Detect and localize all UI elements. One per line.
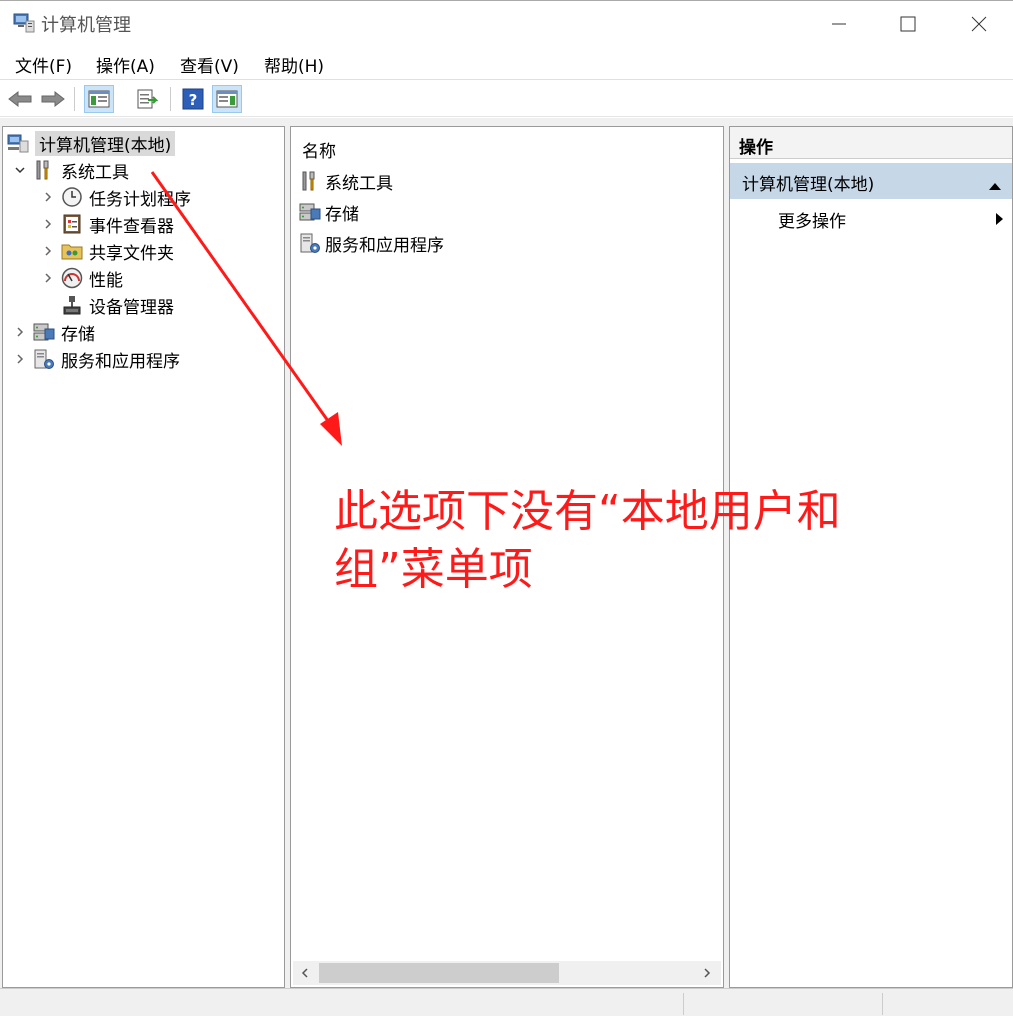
services-icon: [33, 348, 55, 370]
menu-file[interactable]: 文件(F): [15, 52, 72, 77]
scroll-right-icon[interactable]: [699, 965, 715, 981]
clock-icon: [61, 186, 83, 208]
tree-item-label: 共享文件夹: [89, 243, 174, 264]
tools-icon: [299, 170, 321, 192]
list-item[interactable]: 系统工具: [299, 167, 393, 195]
export-list-icon: [137, 89, 158, 109]
forward-icon: [41, 90, 65, 108]
show-hide-action-pane-icon: [216, 90, 238, 108]
tree-item-label: 系统工具: [61, 162, 129, 183]
computer-management-icon: [12, 11, 36, 35]
chevron-right-icon[interactable]: [41, 271, 55, 285]
toolbar-separator: [170, 87, 171, 111]
chevron-right-icon[interactable]: [13, 325, 27, 339]
tree-item-storage[interactable]: 存储: [13, 319, 95, 345]
tree-item-services-and-applications[interactable]: 服务和应用程序: [13, 346, 180, 372]
list-item-label: 存储: [325, 204, 359, 225]
toolbar-separator: [74, 87, 75, 111]
show-hide-console-tree-icon: [88, 90, 110, 108]
performance-icon: [61, 267, 83, 289]
scroll-left-icon[interactable]: [297, 965, 313, 981]
device-manager-icon: [61, 294, 83, 316]
collapse-up-icon[interactable]: [988, 176, 1002, 196]
horizontal-scrollbar[interactable]: [293, 961, 721, 985]
list-item[interactable]: 存储: [299, 198, 359, 226]
list-item-label: 服务和应用程序: [325, 235, 444, 256]
window-title: 计算机管理: [41, 15, 131, 36]
menu-action[interactable]: 操作(A): [96, 52, 155, 77]
tree-item-task-scheduler[interactable]: 任务计划程序: [41, 184, 191, 210]
maximize-button[interactable]: [872, 1, 944, 47]
tree-item-label: 设备管理器: [89, 297, 174, 318]
chevron-right-icon[interactable]: [41, 190, 55, 204]
tree-item-device-manager[interactable]: 设备管理器: [61, 292, 174, 318]
tree-item-event-viewer[interactable]: 事件查看器: [41, 211, 174, 237]
actions-section-label: 计算机管理(本地): [742, 175, 875, 195]
help-icon: ?: [182, 88, 204, 110]
annotation-text: 此选项下没有“本地用户和 组”菜单项: [334, 483, 934, 599]
close-icon: [971, 16, 987, 32]
scrollbar-thumb[interactable]: [319, 963, 559, 983]
back-button[interactable]: [5, 85, 35, 113]
title-bar: 计算机管理: [0, 0, 1013, 46]
annotation-line-2: 组”菜单项: [334, 544, 533, 595]
computer-management-icon: [7, 132, 29, 154]
tools-icon: [33, 159, 55, 181]
actions-header: 操作: [730, 127, 1012, 159]
tree-item-label: 事件查看器: [89, 216, 174, 237]
menu-help[interactable]: 帮助(H): [264, 52, 324, 77]
chevron-down-icon[interactable]: [13, 163, 27, 177]
tree-item-label: 性能: [89, 270, 123, 291]
tree-root-label: 计算机管理(本地): [35, 130, 176, 156]
services-icon: [299, 232, 321, 254]
status-separator: [683, 993, 684, 1015]
list-item[interactable]: 服务和应用程序: [299, 229, 444, 257]
maximize-icon: [900, 16, 916, 32]
chevron-right-icon[interactable]: [41, 244, 55, 258]
actions-section-computer-management[interactable]: 计算机管理(本地): [730, 163, 1012, 199]
status-bar: [0, 988, 1013, 1016]
list-item-label: 系统工具: [325, 173, 393, 194]
annotation-line-1: 此选项下没有“本地用户和: [334, 486, 841, 537]
help-button[interactable]: ?: [178, 85, 208, 113]
submenu-arrow-icon: [994, 211, 1004, 231]
tree-item-shared-folders[interactable]: 共享文件夹: [41, 238, 174, 264]
shared-folder-icon: [61, 240, 83, 262]
toolbar: ?: [0, 81, 1013, 117]
more-actions-item[interactable]: 更多操作: [778, 207, 846, 232]
tree-item-label: 服务和应用程序: [61, 351, 180, 372]
status-separator: [882, 993, 883, 1015]
storage-icon: [33, 321, 55, 343]
tree-item-system-tools[interactable]: 系统工具: [13, 157, 129, 183]
tree-root[interactable]: 计算机管理(本地): [7, 130, 176, 156]
chevron-right-icon[interactable]: [41, 217, 55, 231]
column-header-name[interactable]: 名称: [302, 137, 336, 162]
tree-item-label: 任务计划程序: [89, 189, 191, 210]
tree-item-label: 存储: [61, 324, 95, 345]
minimize-button[interactable]: [803, 1, 875, 47]
storage-icon: [299, 201, 321, 223]
show-hide-action-pane-button[interactable]: [212, 85, 242, 113]
forward-button[interactable]: [38, 85, 68, 113]
export-list-button[interactable]: [132, 85, 162, 113]
close-button[interactable]: [943, 1, 1013, 47]
chevron-right-icon[interactable]: [13, 352, 27, 366]
minimize-icon: [832, 23, 846, 25]
tree-item-performance[interactable]: 性能: [41, 265, 123, 291]
svg-text:?: ?: [189, 91, 198, 109]
show-hide-console-tree-button[interactable]: [84, 85, 114, 113]
event-viewer-icon: [61, 213, 83, 235]
menu-view[interactable]: 查看(V): [180, 52, 239, 77]
back-icon: [8, 90, 32, 108]
console-tree-pane: 计算机管理(本地) 系统工具 任务计划程序 事件查看器 共享文件夹 性能 设备管…: [2, 126, 285, 988]
menu-bar: 文件(F) 操作(A) 查看(V) 帮助(H): [0, 46, 1013, 80]
